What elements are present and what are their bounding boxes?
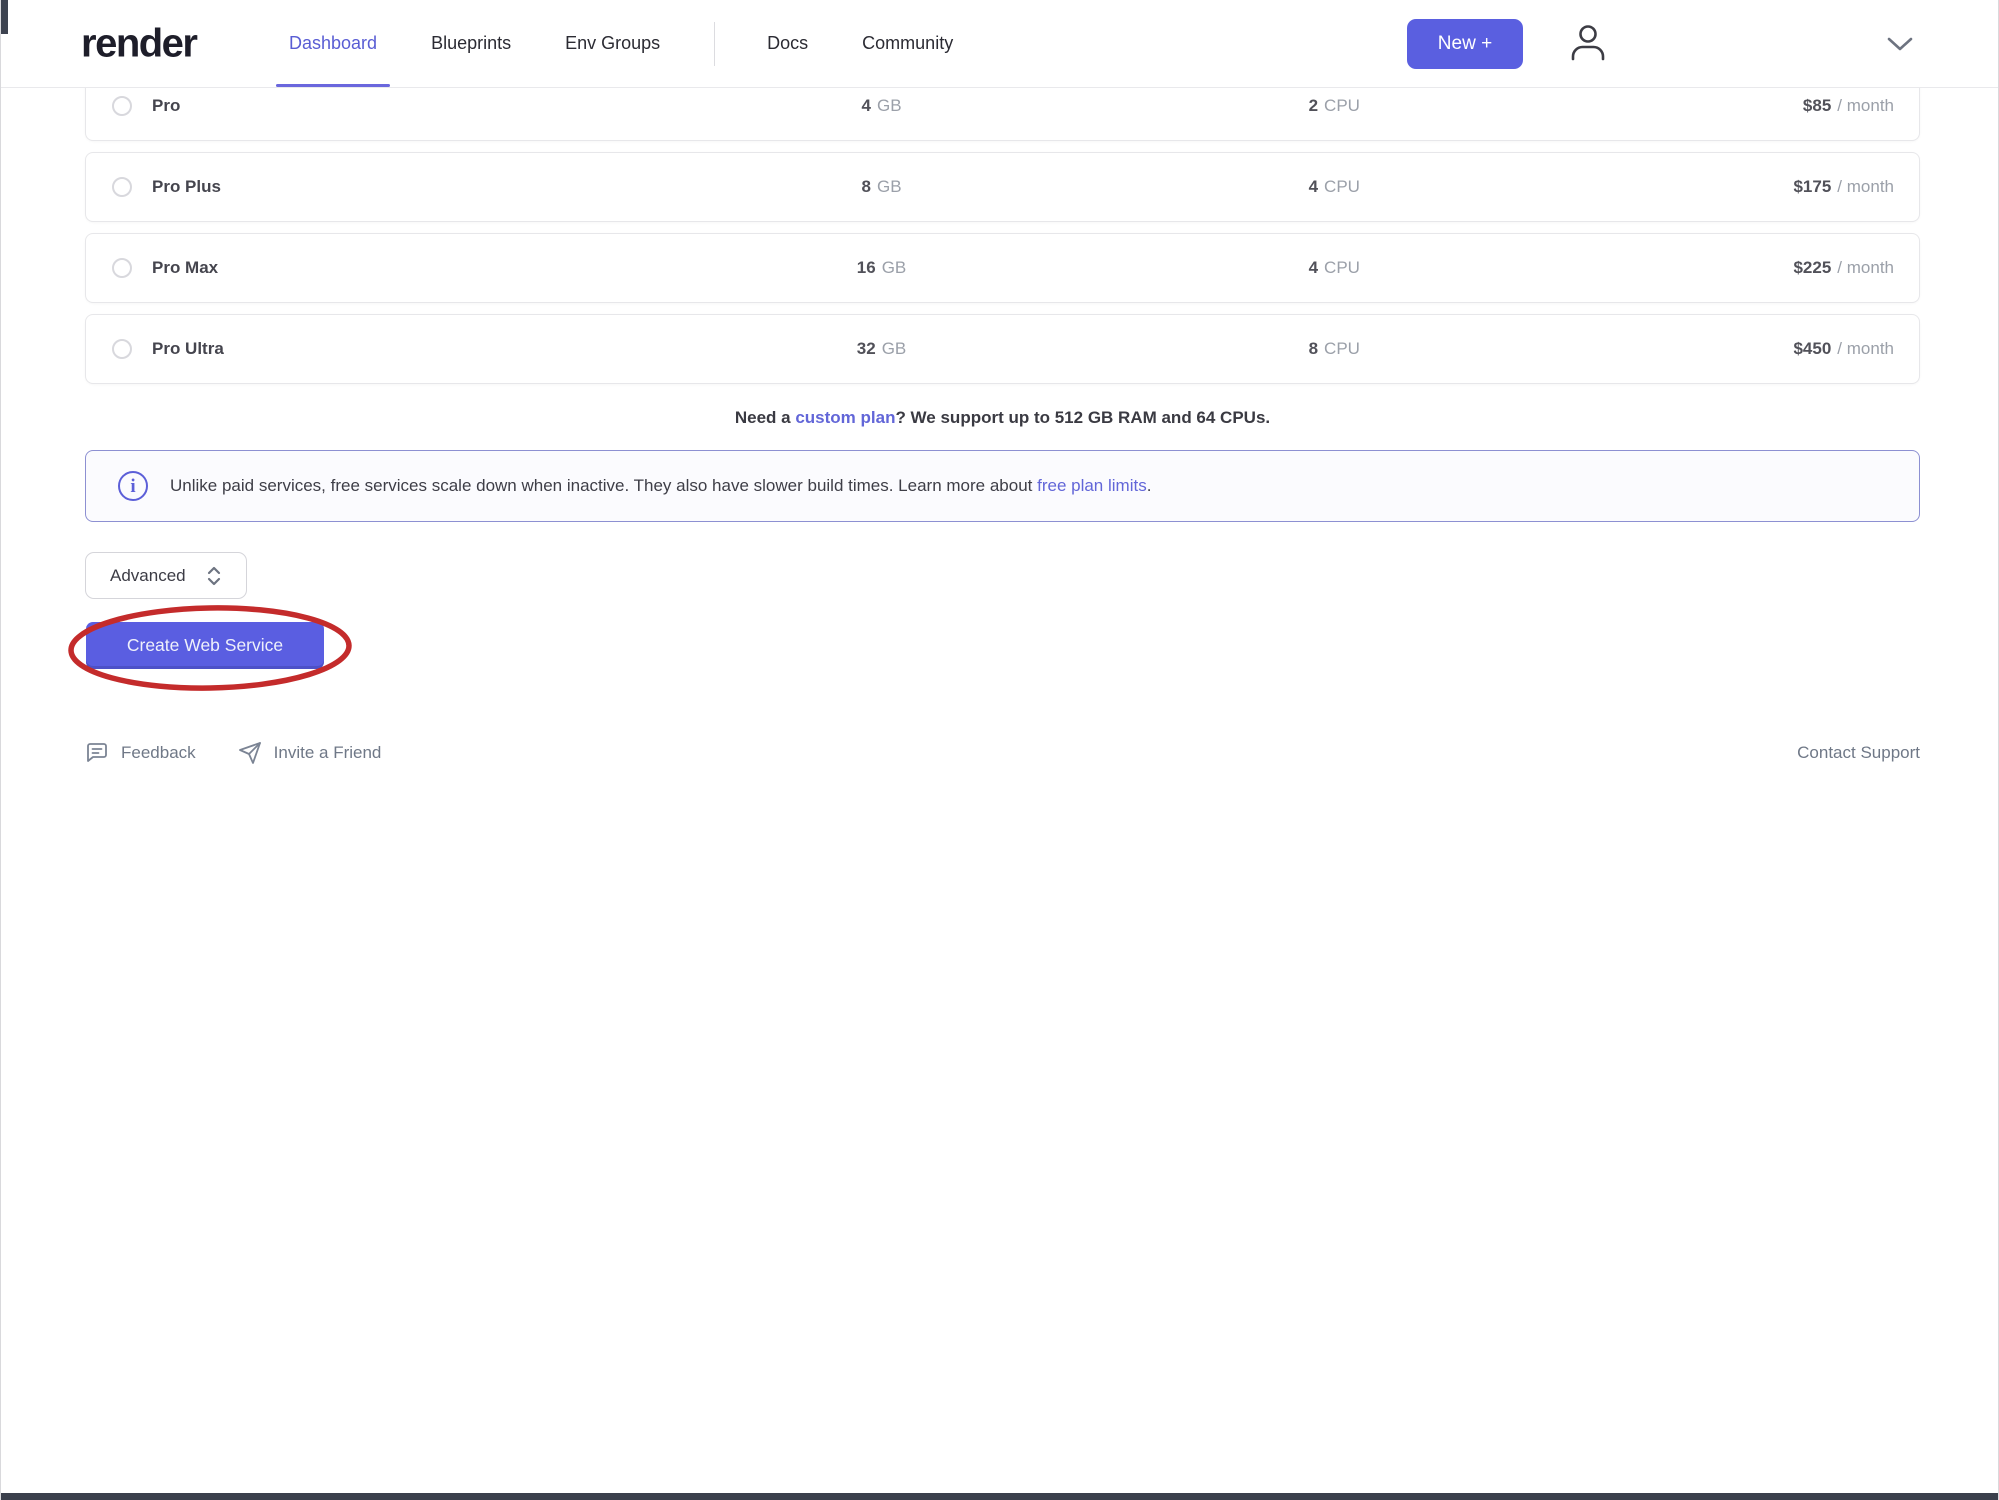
price-value: $85 [1803, 96, 1831, 115]
price-unit: / month [1837, 258, 1894, 277]
plan-price: $85 / month [1803, 96, 1894, 116]
top-navigation-bar: render Dashboard Blueprints Env Groups D… [1, 0, 1998, 88]
custom-plan-link[interactable]: custom plan [795, 408, 895, 427]
plan-name: Pro Ultra [152, 339, 224, 359]
create-button-label: Create Web Service [127, 635, 283, 655]
feedback-link[interactable]: Feedback [85, 741, 196, 765]
plan-selection-section: Pro 4 GB 2 CPU $85 / month Pro Plus 8 GB 4 CP… [85, 88, 1920, 765]
nav-item-blueprints[interactable]: Blueprints [431, 0, 511, 87]
create-button-area: Create Web Service [85, 622, 325, 669]
ram-unit: GB [882, 339, 907, 358]
advanced-label: Advanced [110, 566, 186, 586]
notice-body: Unlike paid services, free services scal… [170, 476, 1037, 495]
notice-suffix: . [1147, 476, 1152, 495]
ram-unit: GB [877, 177, 902, 196]
invite-friend-link[interactable]: Invite a Friend [238, 741, 382, 765]
plan-radio[interactable] [112, 177, 132, 197]
plan-ram: 4 GB [862, 96, 902, 116]
nav-divider [714, 22, 715, 66]
nav-item-community[interactable]: Community [862, 0, 953, 87]
plan-radio[interactable] [112, 258, 132, 278]
cpu-value: 4 [1309, 177, 1318, 196]
send-icon [238, 741, 262, 765]
contact-support-link[interactable]: Contact Support [1797, 743, 1920, 763]
price-value: $225 [1793, 258, 1831, 277]
contact-label: Contact Support [1797, 743, 1920, 762]
plan-row-pro-max[interactable]: Pro Max 16 GB 4 CPU $225 / month [85, 233, 1920, 303]
cpu-unit: CPU [1324, 258, 1360, 277]
price-value: $450 [1793, 339, 1831, 358]
plan-price: $225 / month [1793, 258, 1894, 278]
nav-label: Community [862, 33, 953, 54]
plan-cpu: 8 CPU [1309, 339, 1360, 359]
message-square-icon [85, 741, 109, 765]
price-unit: / month [1837, 96, 1894, 115]
price-unit: / month [1837, 339, 1894, 358]
price-value: $175 [1793, 177, 1831, 196]
render-logo[interactable]: render [81, 21, 197, 66]
primary-nav: Dashboard Blueprints Env Groups Docs Com… [289, 0, 1007, 87]
page-footer: Feedback Invite a Friend Contact Support [85, 741, 1920, 765]
plan-ram: 8 GB [862, 177, 902, 197]
note-suffix: ? We support up to 512 GB RAM and 64 CPU… [895, 408, 1270, 427]
free-plan-notice: i Unlike paid services, free services sc… [85, 450, 1920, 522]
chevron-down-icon [1885, 34, 1915, 54]
nav-item-docs[interactable]: Docs [767, 0, 808, 87]
cpu-unit: CPU [1324, 177, 1360, 196]
nav-label: Dashboard [289, 33, 377, 54]
user-icon [1564, 19, 1612, 67]
nav-item-dashboard[interactable]: Dashboard [289, 0, 377, 87]
new-button[interactable]: New + [1407, 19, 1523, 69]
plan-cpu: 2 CPU [1309, 96, 1360, 116]
plan-radio[interactable] [112, 339, 132, 359]
nav-label: Env Groups [565, 33, 660, 54]
page: render Dashboard Blueprints Env Groups D… [0, 0, 1999, 1500]
nav-item-env-groups[interactable]: Env Groups [565, 0, 660, 87]
advanced-toggle-button[interactable]: Advanced [85, 552, 247, 599]
create-web-service-button[interactable]: Create Web Service [86, 622, 324, 669]
plan-ram: 16 GB [857, 258, 906, 278]
feedback-label: Feedback [121, 743, 196, 763]
cpu-value: 8 [1309, 339, 1318, 358]
plan-cpu: 4 CPU [1309, 258, 1360, 278]
account-menu-button[interactable] [1564, 19, 1612, 67]
free-plan-limits-link[interactable]: free plan limits [1037, 476, 1147, 495]
invite-label: Invite a Friend [274, 743, 382, 763]
ram-unit: GB [882, 258, 907, 277]
screen-edge-bar [1, 1493, 1998, 1500]
plan-price: $175 / month [1793, 177, 1894, 197]
cpu-unit: CPU [1324, 96, 1360, 115]
plan-name: Pro [152, 96, 180, 116]
plan-row-pro-plus[interactable]: Pro Plus 8 GB 4 CPU $175 / month [85, 152, 1920, 222]
nav-label: Blueprints [431, 33, 511, 54]
plan-price: $450 / month [1793, 339, 1894, 359]
plan-ram: 32 GB [857, 339, 906, 359]
plan-row-pro-ultra[interactable]: Pro Ultra 32 GB 8 CPU $450 / month [85, 314, 1920, 384]
workspace-dropdown-toggle[interactable] [1885, 34, 1915, 54]
ram-unit: GB [877, 96, 902, 115]
info-icon: i [118, 471, 148, 501]
ram-value: 8 [862, 177, 871, 196]
cpu-value: 2 [1309, 96, 1318, 115]
new-button-label: New + [1438, 33, 1492, 55]
note-prefix: Need a [735, 408, 795, 427]
plan-radio[interactable] [112, 96, 132, 116]
chevrons-up-down-icon [206, 565, 222, 587]
ram-value: 4 [862, 96, 871, 115]
plan-cpu: 4 CPU [1309, 177, 1360, 197]
ram-value: 32 [857, 339, 876, 358]
screen-corner-artifact [1, 0, 8, 34]
cpu-value: 4 [1309, 258, 1318, 277]
plan-name: Pro Plus [152, 177, 221, 197]
custom-plan-note: Need a custom plan? We support up to 512… [85, 408, 1920, 428]
ram-value: 16 [857, 258, 876, 277]
price-unit: / month [1837, 177, 1894, 196]
nav-label: Docs [767, 33, 808, 54]
notice-text: Unlike paid services, free services scal… [170, 476, 1151, 496]
cpu-unit: CPU [1324, 339, 1360, 358]
plan-name: Pro Max [152, 258, 218, 278]
